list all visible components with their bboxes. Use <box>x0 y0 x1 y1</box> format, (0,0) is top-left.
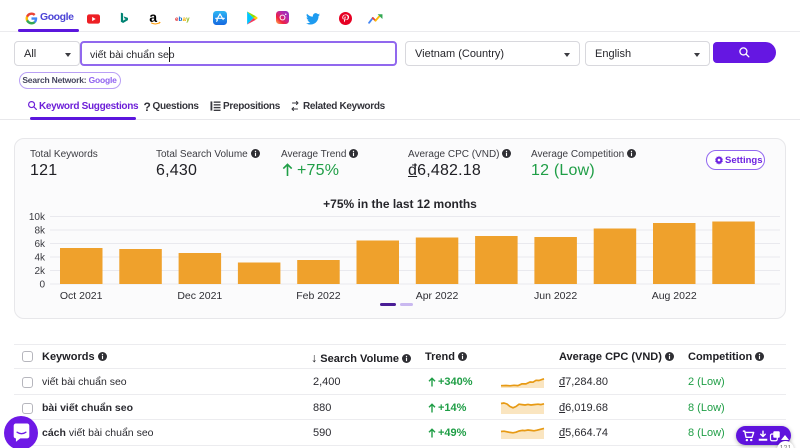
svg-text:b: b <box>179 16 183 23</box>
svg-text:2k: 2k <box>34 266 46 277</box>
svg-text:Oct 2021: Oct 2021 <box>60 290 103 302</box>
svg-text:y: y <box>186 16 190 23</box>
svg-text:10k: 10k <box>29 212 46 223</box>
svg-text:Aug 2022: Aug 2022 <box>652 290 697 302</box>
svg-text:6k: 6k <box>34 239 46 250</box>
svg-text:Feb 2022: Feb 2022 <box>296 290 341 302</box>
svg-text:Apr 2022: Apr 2022 <box>416 290 459 302</box>
svg-text:a: a <box>149 12 157 25</box>
svg-text:Dec 2021: Dec 2021 <box>177 290 222 302</box>
svg-text:4k: 4k <box>34 253 46 264</box>
svg-text:Jun 2022: Jun 2022 <box>534 290 577 302</box>
svg-text:8k: 8k <box>34 226 46 237</box>
svg-text:0: 0 <box>39 280 45 291</box>
